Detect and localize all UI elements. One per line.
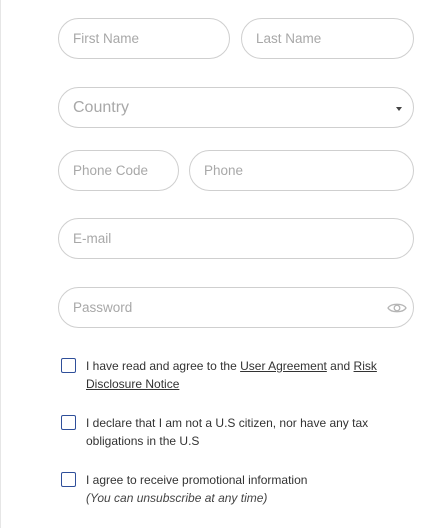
first-name-input[interactable] — [59, 19, 229, 58]
phone-code-input[interactable] — [59, 151, 178, 190]
phone-field[interactable] — [189, 150, 414, 191]
first-name-field[interactable] — [58, 18, 230, 59]
password-field[interactable] — [58, 287, 414, 328]
left-divider — [0, 0, 1, 528]
us-citizen-checkbox[interactable] — [61, 415, 76, 430]
promo-checkbox[interactable] — [61, 472, 76, 487]
chevron-down-icon[interactable] — [396, 106, 402, 111]
password-input[interactable] — [59, 288, 413, 327]
us-citizen-label: I declare that I am not a U.S citizen, n… — [86, 416, 369, 448]
agreement-consent-row: I have read and agree to the User Agreem… — [61, 357, 391, 393]
phone-code-field[interactable] — [58, 150, 179, 191]
country-select[interactable]: Country — [58, 87, 414, 128]
promo-consent-row: I agree to receive promotional informati… — [61, 471, 391, 507]
agreement-label: I have read and agree to the User Agreem… — [86, 357, 391, 393]
us-citizen-declaration-row: I declare that I am not a U.S citizen, n… — [61, 414, 391, 450]
promo-subtext: (You can unsubscribe at any time) — [86, 491, 268, 505]
eye-icon[interactable] — [387, 301, 407, 315]
email-field[interactable] — [58, 218, 414, 259]
agreement-checkbox[interactable] — [61, 358, 76, 373]
promo-text: I agree to receive promotional informati… — [86, 473, 308, 487]
last-name-input[interactable] — [242, 19, 413, 58]
email-input[interactable] — [59, 219, 413, 258]
agreement-middle-text: and — [326, 359, 354, 373]
user-agreement-link[interactable]: User Agreement — [240, 359, 327, 373]
agreement-prefix-text: I have read and agree to the — [86, 359, 241, 373]
phone-input[interactable] — [190, 151, 413, 190]
promo-label: I agree to receive promotional informati… — [86, 471, 307, 507]
last-name-field[interactable] — [241, 18, 414, 59]
country-select-value: Country — [73, 98, 130, 116]
